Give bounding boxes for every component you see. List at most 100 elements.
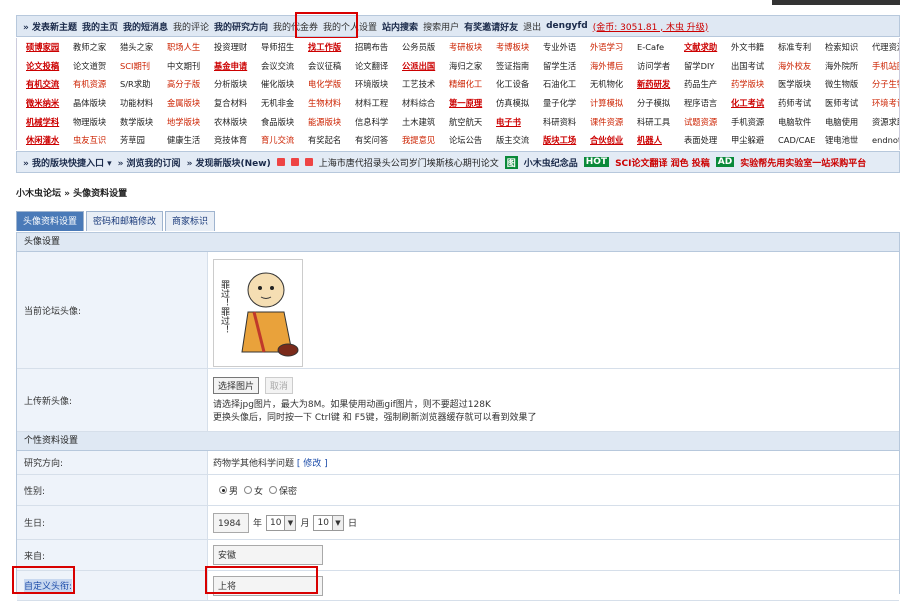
gender-secret-radio[interactable] [269,486,278,494]
topbar-link-10[interactable]: 退出 [523,20,541,33]
forum-link[interactable]: 表面处理 [684,134,731,146]
forum-link[interactable]: 高分子版 [167,78,214,90]
forum-link[interactable]: 分析版块 [214,78,261,90]
forum-link[interactable]: 医师考试 [825,97,872,109]
forum-link[interactable]: 药学版块 [731,78,778,90]
birth-month-select[interactable]: 10 ▼ [266,514,297,531]
forum-link[interactable]: 机械学科 [26,116,73,128]
birth-year-input[interactable]: 1984 [213,512,249,533]
topbar-link-7[interactable]: 站内搜索 [382,20,418,33]
quick-link-0[interactable]: » 我的版块快捷入口 ▾ [23,156,112,169]
promo-tag[interactable]: 小木虫纪念品 [524,156,578,169]
forum-link[interactable]: 招聘布告 [355,41,402,53]
forum-link[interactable]: 海外院所 [825,60,872,72]
topbar-link-4[interactable]: 我的研究方向 [214,20,268,33]
forum-link[interactable]: 生物材料 [308,97,355,109]
message-icon[interactable] [276,158,285,166]
forum-link[interactable]: 科研资料 [543,116,590,128]
forum-link[interactable]: 无机非金 [261,97,308,109]
forum-link[interactable]: 无机物化 [590,78,637,90]
forum-link[interactable]: 文献求助 [684,41,731,53]
forum-link[interactable]: 芳草园 [120,134,167,146]
forum-link[interactable]: 程序语言 [684,97,731,109]
forum-link[interactable]: 健康生活 [167,134,214,146]
forum-link[interactable]: 食品版块 [261,116,308,128]
forum-link[interactable]: E-Cafe [637,42,684,52]
forum-link[interactable]: 有奖问答 [355,134,402,146]
forum-link[interactable]: 量子化学 [543,97,590,109]
tab-password-email[interactable]: 密码和邮箱修改 [86,211,164,231]
forum-link[interactable]: 教师之家 [73,41,120,53]
modify-link[interactable]: [ 修改 ] [297,456,328,469]
forum-link[interactable]: 投资理财 [214,41,261,53]
forum-link[interactable]: 职场人生 [167,41,214,53]
topbar-link-9[interactable]: 有奖邀请好友 [464,20,518,33]
forum-link[interactable]: 数学版块 [120,116,167,128]
from-input[interactable]: 安徽 [213,545,323,565]
forum-link[interactable]: 电脑使用 [825,116,872,128]
forum-link[interactable]: 签证指南 [496,60,543,72]
forum-link[interactable]: 信息科学 [355,116,402,128]
topbar-link-11[interactable]: dengyfd [546,21,588,31]
forum-link[interactable]: 化工设备 [496,78,543,90]
birth-day-select[interactable]: 10 ▼ [313,514,344,531]
forum-link[interactable]: 机器人 [637,134,684,146]
choose-image-button[interactable]: 选择图片 [213,377,260,394]
forum-link[interactable]: S/R求助 [120,78,167,90]
forum-link[interactable]: 新药研发 [637,78,684,90]
forum-link[interactable]: 访问学者 [637,60,684,72]
forum-link[interactable]: 药师考试 [778,97,825,109]
tab-merchant-badge[interactable]: 商家标识 [165,211,216,231]
forum-link[interactable]: CAD/CAE [778,135,825,145]
forum-link[interactable]: 导师招生 [261,41,308,53]
forum-link[interactable]: 出国考试 [731,60,778,72]
news-ticker[interactable]: 上海市唐代招录头公司岁门埃斯核心期刊论文 [319,156,499,169]
forum-link[interactable]: 分子生物 [872,78,899,90]
forum-link[interactable]: 找工作版 [308,41,355,53]
forum-link[interactable]: 留学生活 [543,60,590,72]
forum-link[interactable]: 休闲灌水 [26,134,73,146]
forum-link[interactable]: 我提意见 [402,134,449,146]
promo-tag[interactable]: 实验帮先用实验室一站采购平台 [740,156,866,169]
forum-link[interactable]: 医学版块 [778,78,825,90]
forum-link[interactable]: 锂电池世 [825,134,872,146]
forum-link[interactable]: 石油化工 [543,78,590,90]
forum-link[interactable]: 论坛公告 [449,134,496,146]
cancel-button[interactable]: 取消 [264,377,293,394]
forum-link[interactable]: 农林版块 [214,116,261,128]
forum-link[interactable]: 公务员版 [402,41,449,53]
forum-link[interactable]: 标准专利 [778,41,825,53]
forum-link[interactable]: 电子书 [496,116,543,128]
forum-link[interactable]: 论文道贺 [73,60,120,72]
forum-link[interactable]: 微米纳米 [26,97,73,109]
forum-link[interactable]: 复合材料 [214,97,261,109]
forum-link[interactable]: 会议征稿 [308,60,355,72]
forum-link[interactable]: 环境考试 [872,97,899,109]
forum-link[interactable]: 基金申请 [214,60,261,72]
forum-link[interactable]: 有奖起名 [308,134,355,146]
topbar-link-3[interactable]: 我的评论 [173,20,209,33]
promo-tag[interactable]: 图 [504,155,518,169]
message-icon[interactable] [304,158,313,166]
promo-tag[interactable]: SCI论文翻译 润色 投稿 [615,156,710,169]
forum-link[interactable]: 分子模拟 [637,97,684,109]
quick-link-1[interactable]: » 浏览我的订阅 [118,156,181,169]
message-icon[interactable] [290,158,299,166]
promo-tag[interactable]: AD [715,157,735,167]
forum-link[interactable]: 环境版块 [355,78,402,90]
forum-link[interactable]: 考研板块 [449,41,496,53]
forum-link[interactable]: 微生物版 [825,78,872,90]
forum-link[interactable]: 工艺技术 [402,78,449,90]
forum-link[interactable]: 材料综合 [402,97,449,109]
forum-link[interactable]: 电脑软件 [778,116,825,128]
gender-male-radio[interactable] [219,486,227,494]
forum-link[interactable]: 猎头之家 [120,41,167,53]
forum-link[interactable]: 海外校友 [778,60,825,72]
forum-link[interactable]: 有机资源 [73,78,120,90]
tab-avatar-settings[interactable]: 头像资料设置 [16,211,85,231]
forum-link[interactable]: 精细化工 [449,78,496,90]
forum-link[interactable]: 化工考试 [731,97,778,109]
forum-link[interactable]: 合伙创业 [590,134,637,146]
forum-link[interactable]: 育儿交流 [261,134,308,146]
forum-link[interactable]: 土木建筑 [402,116,449,128]
